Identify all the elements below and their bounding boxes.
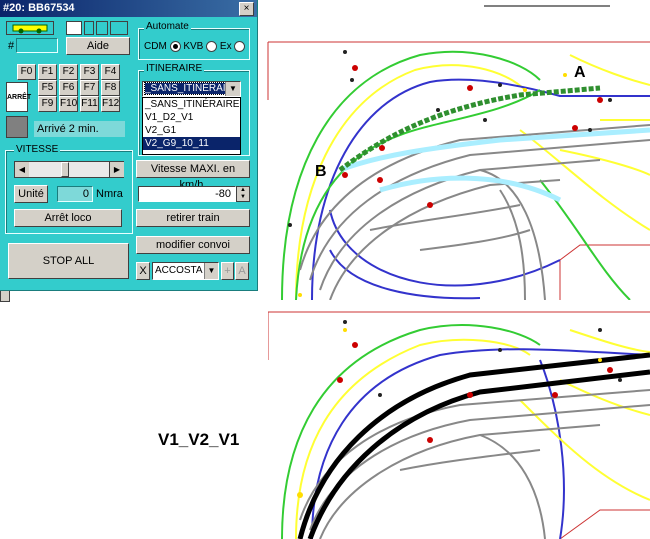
function-button-f8[interactable]: F8 (101, 80, 120, 96)
automate-option-ex-label: Ex (219, 41, 232, 53)
stop-loco-button[interactable]: Arrêt loco (14, 209, 122, 227)
partial-scroll-widget (0, 290, 10, 302)
function-button-f1[interactable]: F1 (38, 64, 57, 80)
view-icon-2[interactable] (84, 21, 94, 35)
a-button[interactable]: A (235, 262, 249, 280)
slider-thumb[interactable] (61, 162, 70, 177)
automate-radio-ex[interactable] (234, 41, 246, 52)
close-button[interactable]: × (239, 2, 254, 16)
function-button-f0[interactable]: F0 (17, 64, 36, 80)
automate-radio-cdm[interactable] (169, 41, 181, 52)
remove-train-button[interactable]: retirer train (136, 209, 250, 227)
stop-all-button[interactable]: STOP ALL (8, 243, 129, 279)
aide-button[interactable]: Aide (66, 37, 130, 55)
accosta-value: ACCOSTA (155, 265, 203, 276)
vmax-spinner[interactable]: ▲ ▼ (236, 186, 250, 202)
map-label-a: A (574, 64, 586, 81)
loco-number-field[interactable] (16, 38, 58, 53)
function-button-f7[interactable]: F7 (80, 80, 99, 96)
itineraire-option[interactable]: _SANS_ITINÉRAIRE (143, 98, 240, 111)
function-button-f4[interactable]: F4 (101, 64, 120, 80)
itineraire-option[interactable]: V1_D2_V1 (143, 111, 240, 124)
itineraire-option[interactable]: V2_G9_10_11 (143, 137, 240, 150)
view-icon-4[interactable] (110, 21, 128, 35)
map-label-b: B (315, 163, 327, 180)
function-button-f6[interactable]: F6 (59, 80, 78, 96)
function-button-f10[interactable]: F10 (59, 96, 78, 112)
x-button[interactable]: X (136, 262, 150, 280)
track-map-bottom (268, 310, 650, 539)
function-button-f11[interactable]: F11 (80, 96, 99, 112)
automate-option-cdm-label: CDM (144, 41, 167, 53)
automate-option-kvb-label: KVB (183, 41, 204, 53)
view-icon-3[interactable] (96, 21, 108, 35)
chevron-down-icon[interactable]: ▼ (204, 263, 218, 279)
function-button-f5[interactable]: F5 (38, 80, 57, 96)
track-map-top (257, 0, 650, 300)
window-titlebar: #20: BB67534 × (0, 0, 257, 17)
train-control-window: #20: BB67534 × # Aide F0 F1 F2 F3 F4 F5 F6 F7 F8… (0, 0, 258, 291)
function-button-f2[interactable]: F2 (59, 64, 78, 80)
vitesse-label: VITESSE (14, 144, 61, 155)
function-button-f3[interactable]: F3 (80, 64, 99, 80)
unit-button[interactable]: Unité (14, 185, 48, 203)
automate-options: CDM KVB Ex (144, 41, 246, 53)
speed-value-field[interactable]: 0 (57, 186, 93, 202)
function-button-f9[interactable]: F9 (38, 96, 57, 112)
vmax-value-field[interactable]: -80 (138, 186, 236, 202)
view-icon-1[interactable] (66, 21, 82, 35)
plus-button[interactable]: + (221, 262, 234, 280)
nmra-label: Nmra (96, 188, 123, 200)
accosta-select[interactable]: ACCOSTA ▼ (152, 262, 219, 280)
chevron-down-icon[interactable]: ▼ (225, 82, 240, 96)
automate-radio-kvb[interactable] (206, 41, 218, 52)
slider-left-arrow[interactable]: ◀ (15, 162, 30, 177)
arret-icon-text: ARRÊT (7, 94, 32, 101)
itineraire-select-value: _SANS_ITINÉRAIRE (144, 82, 226, 95)
status-indicator (6, 116, 28, 138)
modify-convoy-button[interactable]: modifier convoi (136, 236, 250, 254)
loco-icon (6, 21, 54, 35)
vmax-value: -80 (215, 188, 231, 200)
arrival-text: Arrivé 2 min. (34, 121, 125, 137)
route-caption: V1_V2_V1 (158, 430, 240, 449)
itineraire-dropdown-list: _SANS_ITINÉRAIRE V1_D2_V1 V2_G1 V2_G9_10_11 (142, 97, 241, 155)
slider-right-arrow[interactable]: ▶ (109, 162, 124, 177)
vmax-button[interactable]: Vitesse MAXI. en km/h. (136, 160, 250, 191)
window-title: #20: BB67534 (3, 2, 75, 14)
speed-slider[interactable]: ◀ ▶ (14, 161, 124, 178)
function-button-f12[interactable]: F12 (101, 96, 120, 112)
arret-icon[interactable]: ARRÊT (6, 82, 32, 112)
hash-label: # (8, 40, 15, 52)
itineraire-select[interactable]: _SANS_ITINÉRAIRE ▼ (142, 81, 241, 97)
itineraire-label: ITINERAIRE (144, 63, 205, 74)
itineraire-option[interactable]: V2_G1 (143, 124, 240, 137)
automate-label: Automate (144, 21, 191, 32)
